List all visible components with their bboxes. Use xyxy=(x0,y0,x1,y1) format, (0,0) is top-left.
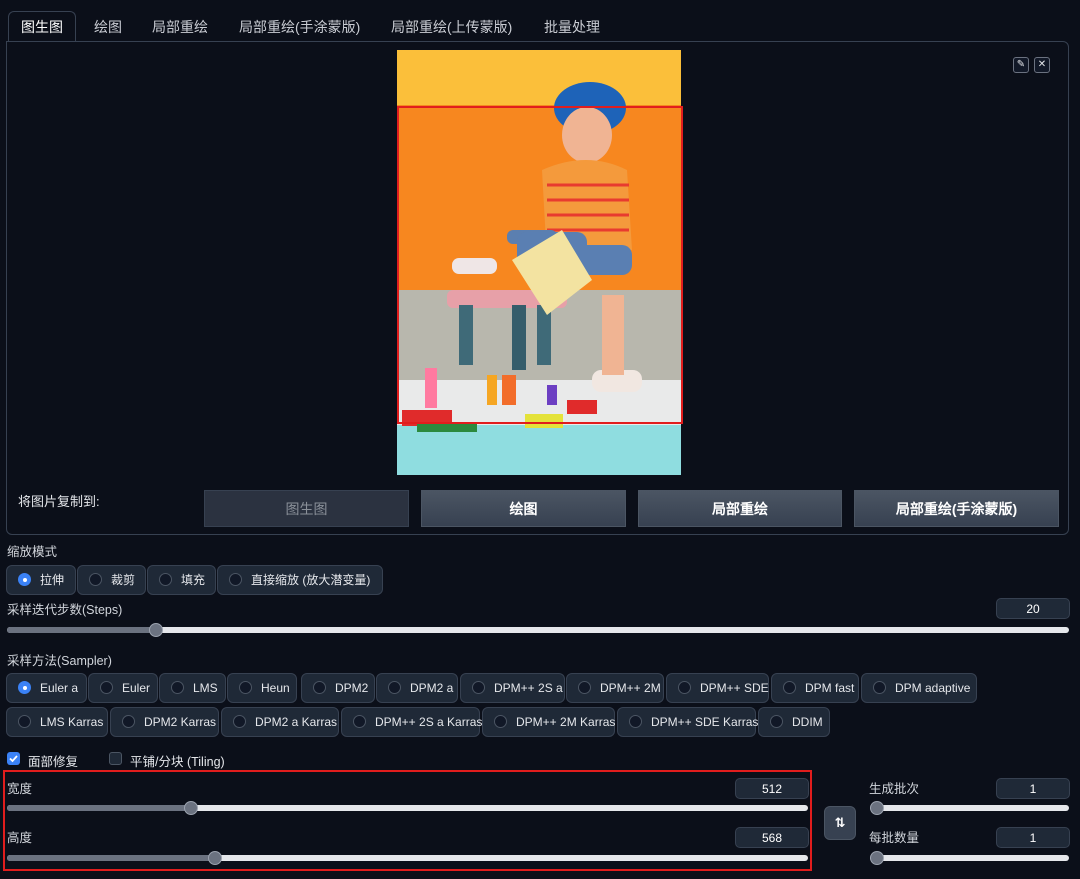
steps-slider[interactable] xyxy=(7,623,1069,637)
sampler-dpmpp-2m-karras[interactable]: DPM++ 2M Karras xyxy=(482,707,615,737)
radio-icon xyxy=(494,715,507,728)
sampler-label: 采样方法(Sampler) xyxy=(7,654,112,668)
width-slider[interactable] xyxy=(7,801,808,815)
batch-count-slider[interactable] xyxy=(870,801,1069,815)
sampler-dpm-fast[interactable]: DPM fast xyxy=(771,673,859,703)
batch-size-input[interactable]: 1 xyxy=(996,827,1070,848)
swap-vertical-icon: ⇅ xyxy=(834,815,846,830)
resize-mode-stretch[interactable]: 拉伸 xyxy=(6,565,76,595)
radio-icon xyxy=(100,681,113,694)
sampler-dpm2-a-karras[interactable]: DPM2 a Karras xyxy=(221,707,339,737)
resize-mode-latent-upscale[interactable]: 直接缩放 (放大潜变量) xyxy=(217,565,383,595)
copy-to-img2img-button[interactable]: 图生图 xyxy=(204,490,409,527)
tiling-checkbox[interactable] xyxy=(109,752,122,765)
height-input[interactable]: 568 xyxy=(735,827,809,848)
batch-count-label: 生成批次 xyxy=(869,782,920,796)
pencil-icon[interactable]: ✎ xyxy=(1013,57,1029,73)
radio-icon xyxy=(388,681,401,694)
copy-to-inpaint-sketch-button[interactable]: 局部重绘(手涂蒙版) xyxy=(854,490,1059,527)
width-input[interactable]: 512 xyxy=(735,778,809,799)
radio-icon xyxy=(159,573,172,586)
radio-icon xyxy=(472,681,485,694)
radio-icon xyxy=(89,573,102,586)
radio-icon xyxy=(578,681,591,694)
radio-icon xyxy=(783,681,796,694)
face-restore-checkbox[interactable] xyxy=(7,752,20,765)
sampler-lms[interactable]: LMS xyxy=(159,673,226,703)
batch-size-slider[interactable] xyxy=(870,851,1069,865)
sampler-euler-a[interactable]: Euler a xyxy=(6,673,87,703)
sampler-dpm2[interactable]: DPM2 xyxy=(301,673,375,703)
copy-to-label: 将图片复制到: xyxy=(18,494,100,509)
tab-txt2img[interactable]: 绘图 xyxy=(94,12,122,42)
sampler-dpm-adaptive[interactable]: DPM adaptive xyxy=(861,673,977,703)
tab-batch[interactable]: 批量处理 xyxy=(544,12,600,42)
radio-icon xyxy=(18,715,31,728)
radio-icon xyxy=(18,681,31,694)
radio-icon xyxy=(353,715,366,728)
sampler-dpm2-karras[interactable]: DPM2 Karras xyxy=(110,707,219,737)
radio-icon xyxy=(122,715,135,728)
resize-mode-label: 缩放模式 xyxy=(7,545,58,559)
radio-icon xyxy=(233,715,246,728)
height-label: 高度 xyxy=(7,831,33,845)
radio-icon xyxy=(629,715,642,728)
steps-input[interactable]: 20 xyxy=(996,598,1070,619)
sampler-dpmpp-2s-a-karras[interactable]: DPM++ 2S a Karras xyxy=(341,707,482,737)
radio-icon xyxy=(313,681,326,694)
close-icon[interactable]: ✕ xyxy=(1034,57,1050,73)
crop-highlight-box xyxy=(397,106,683,424)
copy-to-txt2img-button[interactable]: 绘图 xyxy=(421,490,626,527)
checkmark-icon xyxy=(9,755,18,763)
sampler-dpmpp-sde[interactable]: DPM++ SDE xyxy=(666,673,769,703)
sampler-euler[interactable]: Euler xyxy=(88,673,158,703)
radio-icon xyxy=(229,573,242,586)
tab-bar: 图生图 绘图 局部重绘 局部重绘(手涂蒙版) 局部重绘(上传蒙版) 批量处理 xyxy=(0,0,1080,42)
radio-icon xyxy=(678,681,691,694)
tab-inpaint[interactable]: 局部重绘 xyxy=(152,12,208,42)
radio-icon xyxy=(18,573,31,586)
copy-to-inpaint-button[interactable]: 局部重绘 xyxy=(638,490,842,527)
steps-label: 采样迭代步数(Steps) xyxy=(7,603,123,617)
radio-icon xyxy=(171,681,184,694)
tab-inpaint-upload[interactable]: 局部重绘(上传蒙版) xyxy=(391,12,512,42)
sampler-dpmpp-2s-a[interactable]: DPM++ 2S a xyxy=(460,673,565,703)
tiling-label: 平铺/分块 (Tiling) xyxy=(130,755,225,769)
sampler-heun[interactable]: Heun xyxy=(227,673,297,703)
width-label: 宽度 xyxy=(7,782,33,796)
resize-mode-fill[interactable]: 填充 xyxy=(147,565,216,595)
sampler-dpmpp-sde-karras[interactable]: DPM++ SDE Karras xyxy=(617,707,758,737)
radio-icon xyxy=(239,681,252,694)
tab-inpaint-sketch[interactable]: 局部重绘(手涂蒙版) xyxy=(239,12,360,42)
sampler-lms-karras[interactable]: LMS Karras xyxy=(6,707,108,737)
radio-icon xyxy=(873,681,886,694)
batch-size-label: 每批数量 xyxy=(869,831,920,845)
swap-dimensions-button[interactable]: ⇅ xyxy=(824,806,856,840)
tab-img2img[interactable]: 图生图 xyxy=(8,11,76,42)
sampler-dpm2-a[interactable]: DPM2 a xyxy=(376,673,458,703)
face-restore-label: 面部修复 xyxy=(28,755,79,769)
resize-mode-crop[interactable]: 裁剪 xyxy=(77,565,146,595)
radio-icon xyxy=(770,715,783,728)
height-slider[interactable] xyxy=(7,851,808,865)
sampler-ddim[interactable]: DDIM xyxy=(758,707,830,737)
sampler-dpmpp-2m[interactable]: DPM++ 2M xyxy=(566,673,664,703)
batch-count-input[interactable]: 1 xyxy=(996,778,1070,799)
